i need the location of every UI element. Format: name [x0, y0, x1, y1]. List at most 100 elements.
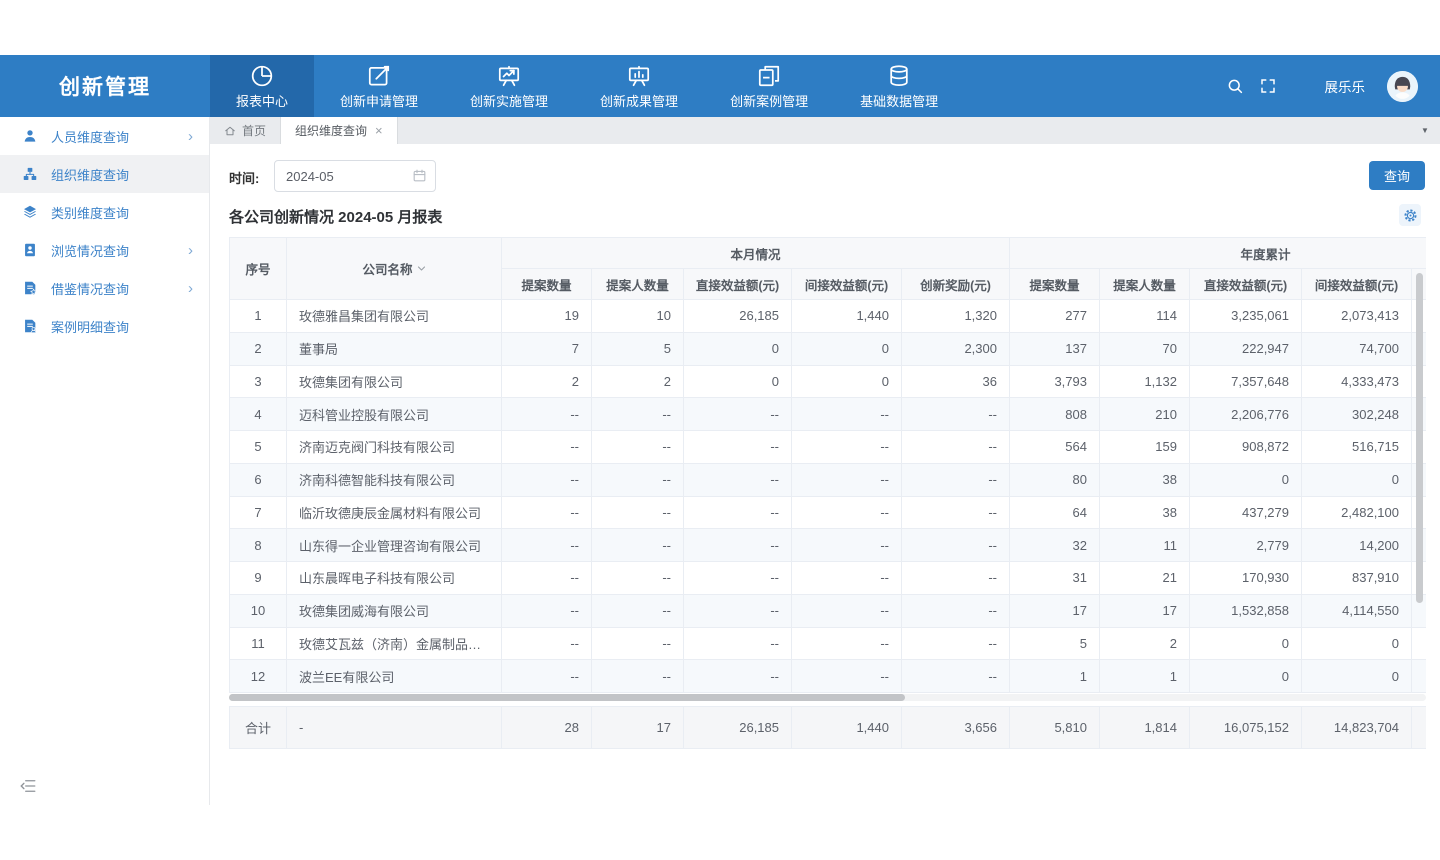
user-name: 展乐乐: [1325, 76, 1366, 96]
presentation-bar-icon: [626, 63, 652, 89]
report-table: 序号公司名称本月情况年度累计提案数量提案人数量直接效益额(元)间接效益额(元)创…: [229, 237, 1426, 749]
tabs: 首页组织维度查询 ×: [210, 117, 398, 144]
value-cell: 1,320: [902, 300, 1010, 333]
query-button[interactable]: 查询: [1369, 161, 1425, 190]
table-settings-gear-icon[interactable]: [1399, 204, 1421, 226]
value-cell: 17: [1010, 594, 1100, 627]
nav-item-innovation-achievement[interactable]: 创新成果管理: [574, 55, 704, 117]
company-cell: 玫德集团威海有限公司: [287, 594, 502, 627]
horizontal-scrollbar[interactable]: [229, 694, 905, 701]
month-column-header: 提案人数量: [592, 269, 684, 300]
value-cell: --: [792, 398, 902, 431]
table-row: 4迈科管业控股有限公司----------8082102,206,776302,…: [230, 398, 1427, 431]
table-body-clip: 序号公司名称本月情况年度累计提案数量提案人数量直接效益额(元)间接效益额(元)创…: [229, 237, 1426, 693]
search-icon[interactable]: [1226, 77, 1244, 95]
row-index-cell: 6: [230, 463, 287, 496]
tab-strip: 首页组织维度查询 × ▼: [210, 117, 1440, 144]
value-cell: --: [592, 562, 684, 595]
app-title: 创新管理: [0, 55, 210, 117]
value-cell: --: [592, 398, 684, 431]
company-cell: 济南迈克阀门科技有限公司: [287, 431, 502, 464]
month-column-header: 直接效益额(元): [684, 269, 792, 300]
navbar-right: 展乐乐: [1226, 55, 1440, 117]
value-cell: --: [684, 562, 792, 595]
table-row: 12波兰EE有限公司----------1100: [230, 660, 1427, 693]
nav-item-base-data[interactable]: 基础数据管理: [834, 55, 964, 117]
nav-item-innovation-case[interactable]: 创新案例管理: [704, 55, 834, 117]
value-cell: --: [792, 562, 902, 595]
value-cell: 0: [792, 365, 902, 398]
value-cell: --: [902, 627, 1010, 660]
user-avatar[interactable]: [1387, 71, 1418, 102]
value-cell: --: [902, 562, 1010, 595]
value-cell: 11: [1100, 529, 1190, 562]
vertical-scrollbar[interactable]: [1416, 273, 1423, 603]
company-cell: 济南科德智能科技有限公司: [287, 463, 502, 496]
chevron-right-icon: ›: [188, 281, 193, 296]
row-index-cell: 12: [230, 660, 287, 693]
value-cell: 114: [1100, 300, 1190, 333]
presentation-line-icon: [496, 63, 522, 89]
sidebar-item-case-detail-query[interactable]: 案例明细查询: [0, 307, 209, 345]
filter-row: 时间: 查询: [229, 160, 1425, 192]
sidebar-item-org-dimension-query[interactable]: 组织维度查询: [0, 155, 209, 193]
table-row: 8山东得一企业管理咨询有限公司----------32112,77914,200: [230, 529, 1427, 562]
row-index-cell: 11: [230, 627, 287, 660]
value-cell: --: [792, 431, 902, 464]
collapse-sidebar-icon[interactable]: [19, 777, 37, 795]
row-index-cell: 8: [230, 529, 287, 562]
row-index-cell: 7: [230, 496, 287, 529]
top-navbar: 创新管理 报表中心创新申请管理创新实施管理创新成果管理创新案例管理基础数据管理 …: [0, 55, 1440, 117]
value-cell: 302,248: [1302, 398, 1412, 431]
value-cell: 516,715: [1302, 431, 1412, 464]
value-cell: --: [684, 431, 792, 464]
nav-item-report-center[interactable]: 报表中心: [210, 55, 314, 117]
value-cell: 19: [502, 300, 592, 333]
value-cell: 0: [1302, 660, 1412, 693]
calendar-icon[interactable]: [412, 168, 427, 183]
sidebar-item-reference-status-query[interactable]: 借鉴情况查询›: [0, 269, 209, 307]
year-column-header: 提案人数量: [1100, 269, 1190, 300]
value-cell: 31: [1010, 562, 1100, 595]
sidebar-item-category-dimension-query[interactable]: 类别维度查询: [0, 193, 209, 231]
sidebar-item-label: 借鉴情况查询: [51, 279, 188, 298]
sidebar-menu: 人员维度查询›组织维度查询类别维度查询浏览情况查询›借鉴情况查询›案例明细查询: [0, 117, 209, 345]
tab-home[interactable]: 首页: [210, 117, 281, 144]
chevron-right-icon: ›: [188, 243, 193, 258]
value-cell: 3,235,061: [1190, 300, 1302, 333]
sidebar-item-browse-status-query[interactable]: 浏览情况查询›: [0, 231, 209, 269]
total-company-cell: -: [287, 707, 502, 749]
value-cell: --: [902, 594, 1010, 627]
tab-label: 组织维度查询: [295, 122, 367, 139]
value-cell: --: [592, 594, 684, 627]
table-row: 11玫德艾瓦兹（济南）金属制品有...----------5200: [230, 627, 1427, 660]
nav-item-innovation-implementation[interactable]: 创新实施管理: [444, 55, 574, 117]
row-index-cell: 10: [230, 594, 287, 627]
documents-icon: [756, 63, 782, 89]
nav-item-label: 创新实施管理: [470, 91, 548, 110]
clipped-filler-cell: [1412, 660, 1427, 693]
value-cell: 36: [902, 365, 1010, 398]
sidebar-item-person-dimension-query[interactable]: 人员维度查询›: [0, 117, 209, 155]
table-row: 6济南科德智能科技有限公司----------803800: [230, 463, 1427, 496]
row-index-cell: 2: [230, 332, 287, 365]
value-cell: 1,532,858: [1190, 594, 1302, 627]
table-row: 2董事局75002,30013770222,94774,700: [230, 332, 1427, 365]
value-cell: --: [592, 463, 684, 496]
value-cell: --: [684, 398, 792, 431]
value-cell: 2: [592, 365, 684, 398]
tab-org-dimension-query[interactable]: 组织维度查询 ×: [281, 117, 398, 144]
person-icon: [22, 128, 38, 144]
close-icon[interactable]: ×: [375, 124, 383, 137]
nav-item-innovation-application[interactable]: 创新申请管理: [314, 55, 444, 117]
row-index-cell: 1: [230, 300, 287, 333]
value-cell: 564: [1010, 431, 1100, 464]
sidebar-item-label: 浏览情况查询: [51, 241, 188, 260]
total-value-cell: 26,185: [684, 707, 792, 749]
fullscreen-icon[interactable]: [1259, 77, 1277, 95]
value-cell: 2,300: [902, 332, 1010, 365]
row-index-cell: 3: [230, 365, 287, 398]
org-chart-icon: [22, 166, 38, 182]
tab-dropdown-icon[interactable]: ▼: [1410, 117, 1440, 144]
company-header[interactable]: 公司名称: [287, 238, 502, 300]
